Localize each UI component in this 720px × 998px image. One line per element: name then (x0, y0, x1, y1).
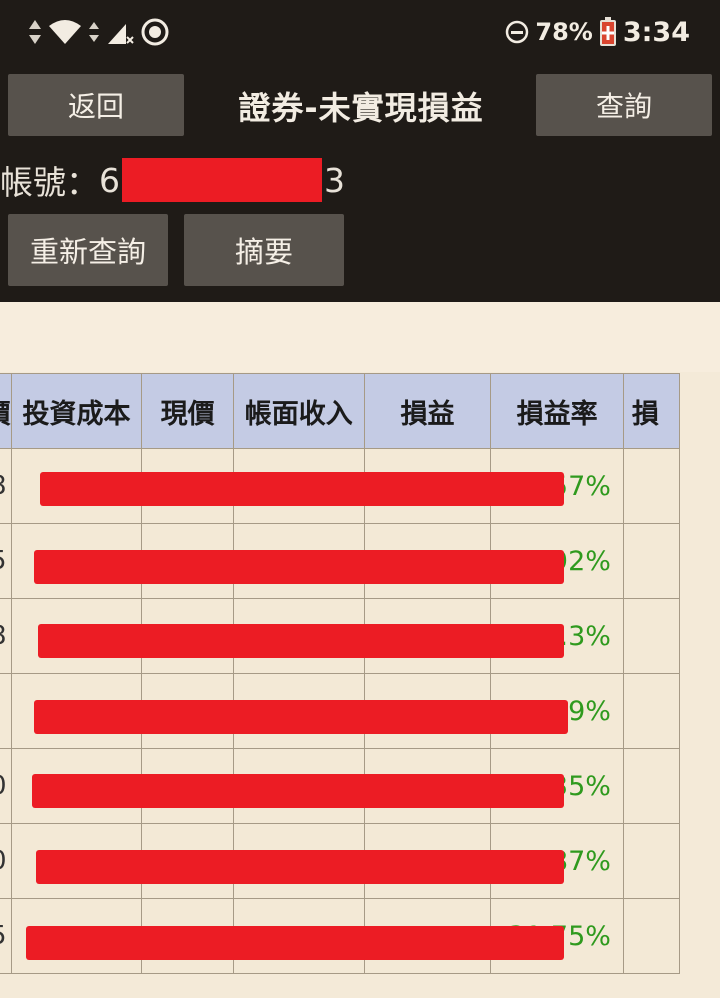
updown-arrows-icon (29, 20, 41, 44)
col-header-pl-rate[interactable]: 損益率 (490, 373, 624, 449)
cell-signal-icon (108, 24, 134, 44)
cell-left-edge: 5 (0, 898, 12, 974)
cell-left-edge: 0 (0, 748, 12, 824)
query-button[interactable]: 查詢 (536, 74, 712, 136)
table-header-row: 價 投資成本 現價 帳面收入 損益 損益率 損 (0, 373, 681, 449)
col-header-price-cut: 價 (0, 373, 12, 449)
status-icons-left (28, 14, 170, 50)
account-redaction (122, 158, 322, 202)
results-panel[interactable]: 價 投資成本 現價 帳面收入 損益 損益率 損 8 -10.57% 5 -4.9… (0, 302, 720, 998)
account-prefix: 6 (99, 160, 120, 200)
account-label: 帳號： (0, 163, 99, 202)
requery-button[interactable]: 重新查詢 (8, 214, 168, 286)
updown-arrows-icon (89, 22, 99, 42)
account-suffix: 3 (324, 160, 345, 200)
col-header-investment-cost[interactable]: 投資成本 (10, 373, 143, 449)
sync-icon (141, 18, 169, 46)
redaction-mark (36, 850, 564, 884)
redaction-mark (40, 472, 564, 506)
redaction-mark (32, 774, 564, 808)
col-header-cut: 損 (622, 373, 681, 449)
clock: 3:34 (622, 16, 690, 48)
back-button[interactable]: 返回 (8, 74, 184, 136)
cell-left-edge: 8 (0, 598, 12, 674)
col-header-profit-loss[interactable]: 損益 (363, 373, 492, 449)
table-top-strip (0, 302, 720, 372)
col-header-book-income[interactable]: 帳面收入 (232, 373, 365, 449)
account-line: 帳號： 6 3 (0, 152, 345, 208)
summary-button[interactable]: 摘要 (184, 214, 344, 286)
status-bar: 78% 3:34 (0, 0, 720, 64)
redaction-mark (34, 550, 564, 584)
redaction-mark (38, 624, 564, 658)
cell-left-edge: 0 (0, 823, 12, 899)
status-icons-right: 78% 3:34 (505, 14, 690, 50)
redaction-mark (26, 926, 564, 960)
battery-percent: 78% (535, 18, 593, 46)
page-title: 證券-未實現損益 (238, 89, 484, 127)
dnd-icon (506, 20, 529, 44)
wifi-icon (49, 20, 81, 44)
col-header-current-price[interactable]: 現價 (141, 373, 234, 449)
cell-left-edge (0, 673, 12, 749)
redaction-mark (34, 700, 568, 734)
cell-left-edge: 5 (0, 523, 12, 599)
battery-icon (599, 17, 616, 46)
cell-left-edge: 8 (0, 448, 12, 524)
